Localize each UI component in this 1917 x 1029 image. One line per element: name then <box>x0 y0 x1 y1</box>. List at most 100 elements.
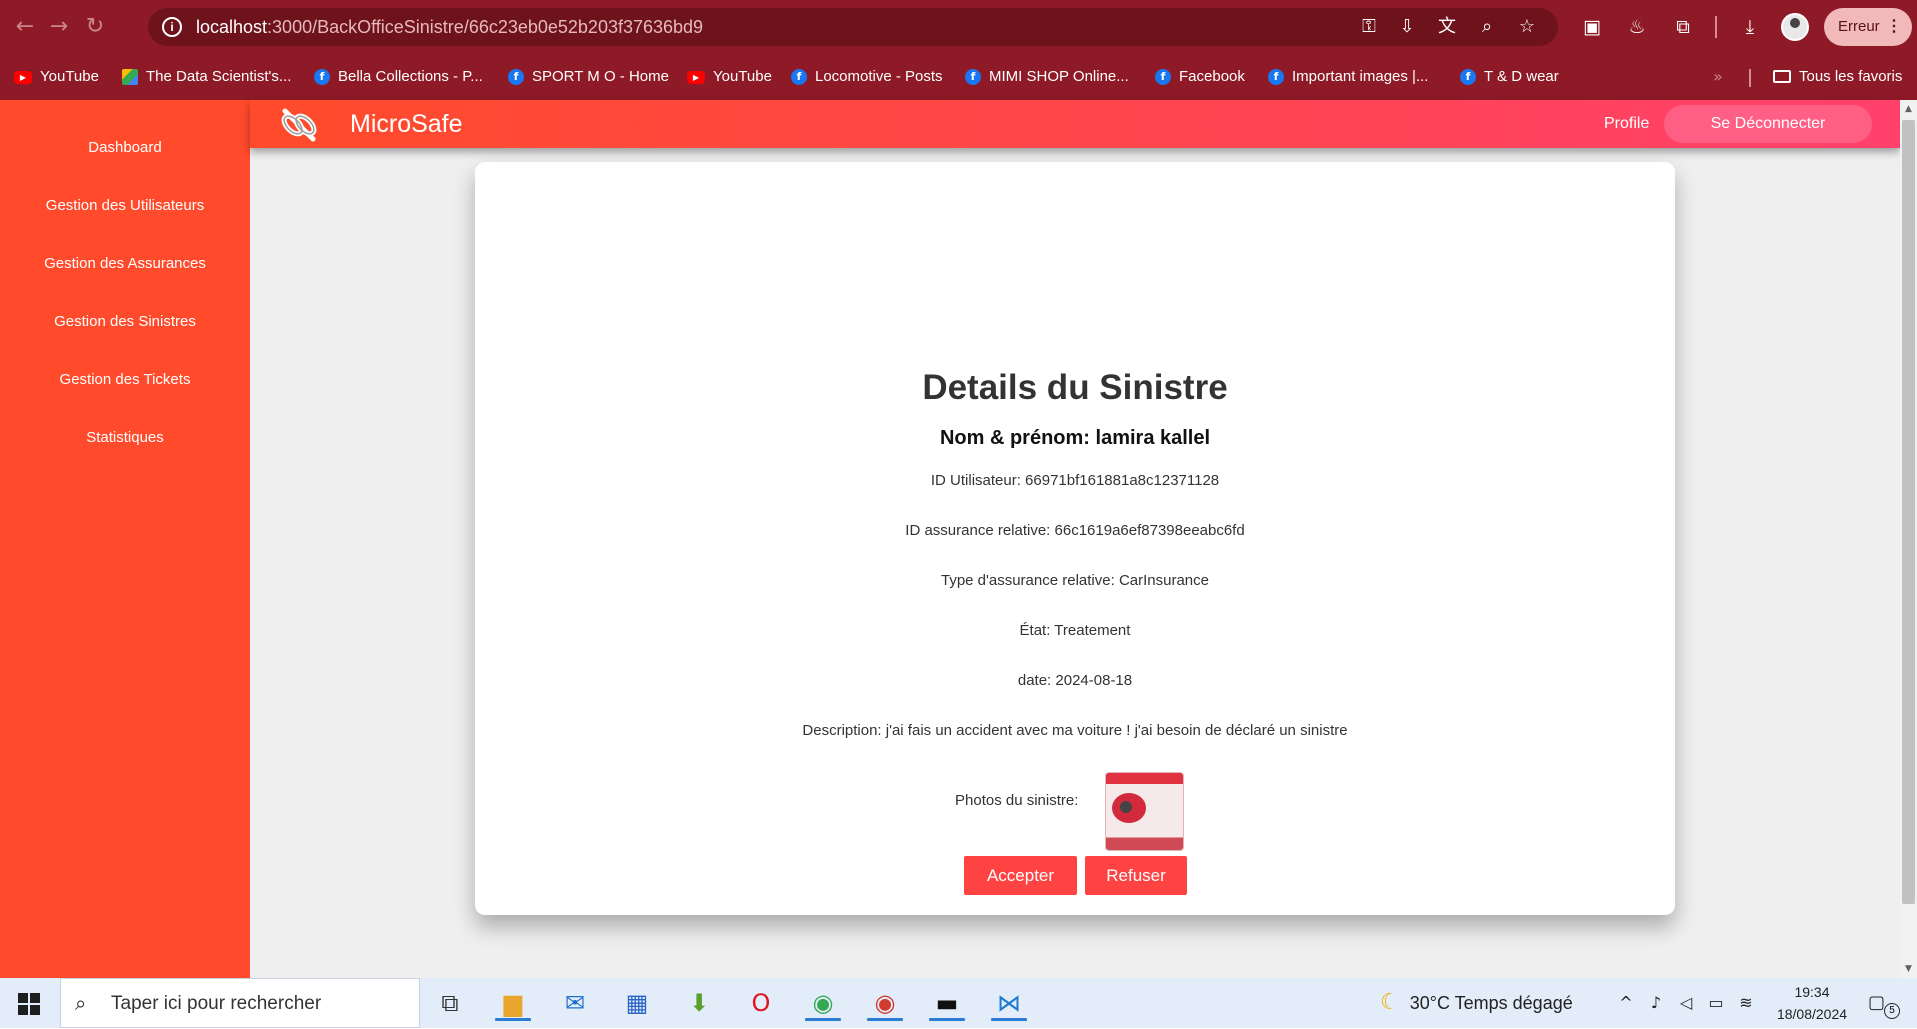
extensions-puzzle-icon[interactable]: ⧉ <box>1668 12 1698 42</box>
bookmark-td-wear[interactable]: f T & D wear <box>1460 64 1559 90</box>
all-bookmarks-folder[interactable]: Tous les favoris <box>1773 64 1902 90</box>
download-manager-icon[interactable]: ⬇ <box>677 983 721 1023</box>
clock-time[interactable]: 19:34 <box>1772 982 1852 1002</box>
url-text[interactable]: localhost:3000/BackOfficeSinistre/66c23e… <box>196 8 703 46</box>
back-arrow-icon[interactable]: ← <box>8 10 42 44</box>
sidebar-item-assurances[interactable]: Gestion des Assurances <box>0 252 250 276</box>
opera-icon[interactable]: O <box>739 983 783 1023</box>
notification-count-badge: 5 <box>1884 1003 1900 1019</box>
taskbar-search-box[interactable]: ⌕ Taper ici pour rechercher <box>60 978 420 1028</box>
facebook-icon: f <box>508 69 524 86</box>
active-indicator <box>867 1018 903 1021</box>
sidebar-item-tickets[interactable]: Gestion des Tickets <box>0 368 250 392</box>
facebook-icon: f <box>314 69 330 86</box>
bookmark-label: YouTube <box>713 68 772 85</box>
bookmark-label: The Data Scientist's... <box>146 68 292 85</box>
claim-photo-thumbnail[interactable] <box>1105 772 1184 851</box>
facebook-icon: f <box>1155 69 1171 86</box>
user-id-line: ID Utilisateur: 66971bf161881a8c12371128 <box>930 472 1220 489</box>
key-icon[interactable]: ⚿ <box>1356 14 1382 40</box>
active-indicator <box>495 1018 531 1021</box>
all-bookmarks-label: Tous les favoris <box>1799 68 1903 85</box>
date-line: date: 2024-08-18 <box>1017 672 1133 689</box>
page-title: Details du Sinistre <box>922 368 1228 407</box>
sidebar-item-statistiques[interactable]: Statistiques <box>0 426 250 450</box>
chrome-icon[interactable]: ◉ <box>801 983 845 1023</box>
active-indicator <box>929 1018 965 1021</box>
insurance-id-line: ID assurance relative: 66c1619a6ef87398e… <box>905 522 1245 539</box>
bookmark-label: MIMI SHOP Online... <box>989 68 1129 85</box>
taskbar-search-placeholder: Taper ici pour rechercher <box>111 993 322 1014</box>
folder-icon <box>1773 69 1791 83</box>
weather-widget[interactable]: ☾ 30°C Temps dégagé <box>1380 978 1573 1028</box>
chrome-profile-icon[interactable]: ◉ <box>863 983 907 1023</box>
sidebar-item-sinistres[interactable]: Gestion des Sinistres <box>0 310 250 334</box>
bookmark-important-images[interactable]: f Important images |... <box>1268 64 1428 90</box>
bookmark-locomotive[interactable]: f Locomotive - Posts <box>791 64 943 90</box>
scroll-up-icon[interactable]: ▲ <box>1902 102 1915 116</box>
claim-detail-card: Details du Sinistre Nom & prénom: lamira… <box>475 162 1675 915</box>
mail-icon[interactable]: ✉ <box>553 983 597 1023</box>
bookmark-mimi-shop[interactable]: f MIMI SHOP Online... <box>965 64 1129 90</box>
sidebar-item-dashboard[interactable]: Dashboard <box>0 136 250 160</box>
refuse-button[interactable]: Refuser <box>1085 856 1187 895</box>
weather-text: Temps dégagé <box>1454 993 1573 1013</box>
page-scrollbar[interactable]: ▲ ▼ <box>1900 100 1917 978</box>
profile-avatar[interactable] <box>1781 13 1809 41</box>
accept-button[interactable]: Accepter <box>964 856 1077 895</box>
zoom-icon[interactable]: ⌕ <box>1474 14 1500 40</box>
browser-toolbar: ← → ↻ i localhost:3000/BackOfficeSinistr… <box>0 0 1917 54</box>
sidebar-item-utilisateurs[interactable]: Gestion des Utilisateurs <box>0 194 250 218</box>
battery-icon[interactable]: ▭ <box>1704 990 1728 1016</box>
weather-temp: 30°C <box>1409 993 1450 1013</box>
scroll-down-icon[interactable]: ▼ <box>1902 962 1915 976</box>
bookmark-youtube-1[interactable]: ▶ YouTube <box>14 64 99 90</box>
claimant-name: Nom & prénom: lamira kallel <box>939 427 1211 449</box>
bookmark-star-icon[interactable]: ☆ <box>1514 14 1540 40</box>
terminal-icon[interactable]: ▬ <box>925 983 969 1023</box>
address-bar[interactable]: i localhost:3000/BackOfficeSinistre/66c2… <box>148 8 1558 46</box>
bookmark-label: SPORT M O - Home <box>532 68 669 85</box>
google-drive-icon <box>122 69 138 86</box>
install-app-icon[interactable]: ⇩ <box>1394 14 1420 40</box>
logout-button[interactable]: Se Déconnecter <box>1664 105 1872 143</box>
windows-taskbar: ⌕ Taper ici pour rechercher ⧉ ▆ ✉ ▦ ⬇ O … <box>0 978 1917 1028</box>
bookmark-sport-mo[interactable]: f SPORT M O - Home <box>508 64 669 90</box>
app-title: MicroSafe <box>350 110 463 138</box>
vscode-icon[interactable]: ⋈ <box>987 983 1031 1023</box>
windows-start-icon[interactable] <box>18 993 40 1015</box>
bookmarks-divider <box>1749 69 1751 87</box>
chevron-up-icon[interactable]: ^ <box>1614 990 1638 1016</box>
pocket-icon[interactable]: ▣ <box>1577 12 1607 42</box>
bookmark-label: T & D wear <box>1484 68 1559 85</box>
task-view-icon[interactable]: ⧉ <box>428 983 472 1023</box>
state-line: État: Treatement <box>1019 622 1131 639</box>
translate-icon[interactable]: 文 <box>1434 14 1460 40</box>
facebook-icon: f <box>1268 69 1284 86</box>
bookmarks-bar: ▶ YouTube The Data Scientist's... f Bella … <box>0 54 1917 100</box>
chevron-double-right-icon[interactable]: » <box>1713 64 1723 90</box>
microsoft-store-icon[interactable]: ▦ <box>615 983 659 1023</box>
youtube-icon: ▶ <box>14 70 32 84</box>
extension-flame-icon[interactable]: ♨ <box>1622 12 1652 42</box>
wifi-icon[interactable]: ≋ <box>1734 990 1758 1016</box>
bookmark-youtube-2[interactable]: ▶ YouTube <box>687 64 772 90</box>
speaker-icon[interactable]: ◁ <box>1674 990 1698 1016</box>
file-explorer-icon[interactable]: ▆ <box>491 983 535 1023</box>
bookmark-label: Locomotive - Posts <box>815 68 943 85</box>
microphone-icon[interactable]: ♪ <box>1644 990 1668 1016</box>
profile-link[interactable]: Profile <box>1604 100 1649 148</box>
bookmark-facebook[interactable]: f Facebook <box>1155 64 1245 90</box>
clock-date[interactable]: 18/08/2024 <box>1762 1004 1862 1024</box>
youtube-icon: ▶ <box>687 70 705 84</box>
bookmark-label: Bella Collections - P... <box>338 68 483 85</box>
profile-error-button[interactable]: Erreur ⋮ <box>1824 8 1912 46</box>
downloads-icon[interactable]: ⤓ <box>1735 12 1765 42</box>
site-info-icon[interactable]: i <box>162 17 182 37</box>
reload-icon[interactable]: ↻ <box>78 10 112 44</box>
bookmark-bella-collections[interactable]: f Bella Collections - P... <box>314 64 483 90</box>
scrollbar-thumb[interactable] <box>1902 120 1915 904</box>
bookmark-data-scientist[interactable]: The Data Scientist's... <box>122 64 291 90</box>
forward-arrow-icon[interactable]: → <box>42 10 76 44</box>
bookmark-label: Facebook <box>1179 68 1245 85</box>
